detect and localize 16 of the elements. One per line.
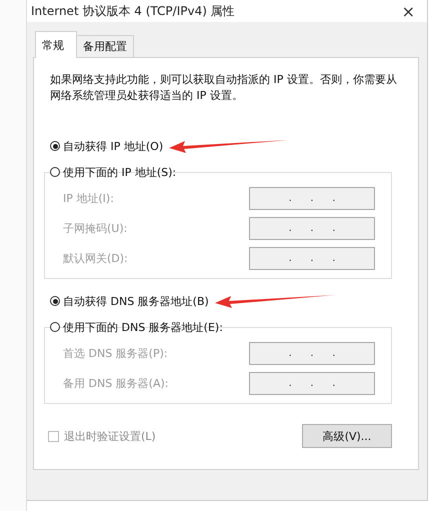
tab[interactable]: 常规	[35, 31, 77, 58]
checkbox-label: 退出时验证设置(L)	[64, 428, 156, 444]
radio-option[interactable]: 使用下面的 DNS 服务器地址(E):	[50, 320, 223, 334]
field-label: 备用 DNS 服务器(A):	[63, 376, 170, 391]
field-label: 首选 DNS 服务器(P):	[63, 346, 169, 361]
field-label: 默认网关(D):	[63, 251, 129, 266]
description-text: 如果网络支持此功能，则可以获取自动指派的 IP 设置。否则，你需要从网络系统管理员处获得适当的 IP 设置。	[50, 72, 398, 104]
close-button[interactable]: ×	[398, 2, 419, 20]
radio-option[interactable]: 自动获得 DNS 服务器地址(B)	[50, 294, 209, 308]
window-title: Internet 协议版本 4 (TCP/IPv4) 属性	[31, 2, 235, 20]
advanced-button[interactable]: 高级(V)...	[302, 424, 392, 448]
field-label: 子网掩码(U):	[63, 221, 128, 236]
tab[interactable]: 备用配置	[76, 35, 134, 57]
radio-option[interactable]: 使用下面的 IP 地址(S):	[50, 164, 176, 180]
field-label: IP 地址(I):	[63, 191, 115, 206]
radio-option[interactable]: 自动获得 IP 地址(O)	[50, 138, 164, 154]
